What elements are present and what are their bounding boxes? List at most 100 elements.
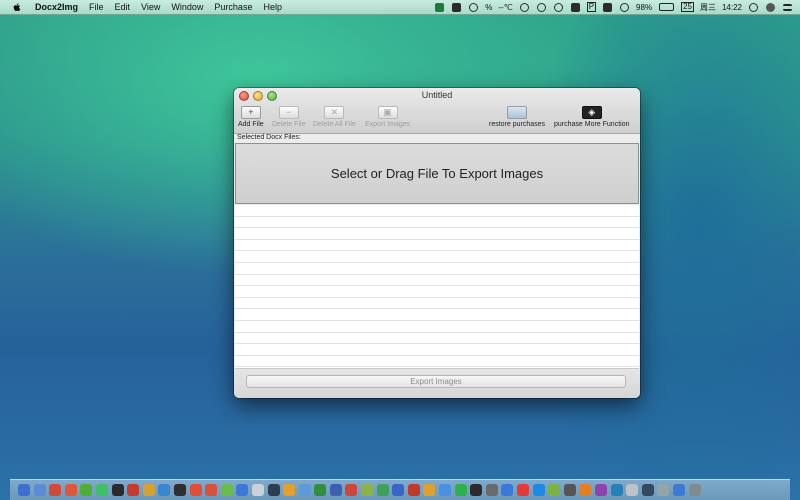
menu-extra-target-icon[interactable]	[536, 2, 546, 12]
file-list-row[interactable]	[235, 205, 639, 217]
dock-app-icon[interactable]	[423, 484, 436, 496]
dock-app-icon[interactable]	[95, 484, 108, 496]
lock-icon[interactable]	[570, 2, 580, 12]
dock-app-icon[interactable]	[407, 484, 420, 496]
file-list-row[interactable]	[235, 286, 639, 298]
file-list-row[interactable]	[235, 228, 639, 240]
dock-app-icon[interactable]	[454, 484, 467, 496]
menu-extra-edit-icon[interactable]	[452, 2, 462, 12]
dock-app-icon[interactable]	[267, 484, 280, 496]
dock-app-icon[interactable]	[345, 484, 358, 496]
apple-menu-icon[interactable]	[11, 2, 23, 13]
dock-app-icon[interactable]	[298, 484, 311, 496]
restore-purchases-button[interactable]: restore purchases	[489, 106, 545, 128]
calendar-day-badge[interactable]: 25	[681, 2, 694, 12]
dock-app-icon[interactable]	[563, 484, 576, 496]
dock-app-icon[interactable]	[158, 484, 171, 496]
purchase-more-function-button[interactable]: ◈ purchase More Function	[554, 106, 629, 128]
time-machine-icon[interactable]	[553, 2, 563, 12]
dock-app-icon[interactable]	[594, 484, 607, 496]
dock-app-icon[interactable]	[283, 484, 296, 496]
menu-edit[interactable]: Edit	[115, 0, 131, 14]
dock-app-icon[interactable]	[127, 484, 140, 496]
file-list-row[interactable]	[235, 240, 639, 252]
menu-day[interactable]: 周三	[700, 2, 716, 13]
add-file-button[interactable]: + Add File	[238, 106, 264, 128]
dock-app-icon[interactable]	[329, 484, 342, 496]
menu-extra-box-icon[interactable]	[603, 2, 613, 12]
file-list-row[interactable]	[235, 333, 639, 345]
minus-icon: −	[278, 106, 299, 119]
file-drop-zone[interactable]: Select or Drag File To Export Images	[235, 143, 639, 204]
file-list-row[interactable]	[235, 309, 639, 321]
dock-app-icon[interactable]	[251, 484, 264, 496]
dock-app-icon[interactable]	[688, 484, 701, 496]
dock-app-icon[interactable]	[641, 484, 654, 496]
dock-app-icon[interactable]	[610, 484, 623, 496]
battery-icon[interactable]	[659, 3, 675, 11]
dock-app-icon[interactable]	[49, 484, 62, 496]
purchase-icon: ◈	[581, 106, 602, 119]
menu-help[interactable]: Help	[263, 0, 282, 14]
dock-app-icon[interactable]	[548, 484, 561, 496]
menu-clock[interactable]: 14:22	[722, 3, 742, 12]
menu-view[interactable]: View	[141, 0, 160, 14]
dock-app-icon[interactable]	[501, 484, 514, 496]
dock-app-icon[interactable]	[64, 484, 77, 496]
percent-indicator[interactable]: %	[485, 3, 492, 12]
menu-app-name[interactable]: Docx2Img	[35, 0, 78, 14]
delete-file-button[interactable]: − Delete File	[272, 106, 305, 128]
file-list-row[interactable]	[235, 298, 639, 310]
dock-app-icon[interactable]	[18, 484, 30, 496]
dock-app-icon[interactable]	[485, 484, 498, 496]
input-source-indicator[interactable]: P	[586, 2, 597, 12]
dock-app-icon[interactable]	[80, 484, 93, 496]
dock-app-icon[interactable]	[579, 484, 592, 496]
dock-app-icon[interactable]	[361, 484, 374, 496]
selected-files-list[interactable]	[235, 205, 639, 369]
dock-app-icon[interactable]	[111, 484, 124, 496]
wifi-icon[interactable]	[620, 2, 630, 12]
dock-app-icon[interactable]	[626, 484, 639, 496]
dock-app-icon[interactable]	[672, 484, 685, 496]
temperature-indicator[interactable]: --℃	[498, 3, 512, 12]
dock-app-icon[interactable]	[33, 484, 46, 496]
export-images-button[interactable]: Export Images	[246, 375, 626, 388]
file-list-row[interactable]	[235, 217, 639, 229]
dock-app-icon[interactable]	[205, 484, 218, 496]
menu-extra-cloud-icon[interactable]	[469, 2, 479, 12]
dock-app-icon[interactable]	[470, 484, 483, 496]
file-list-row[interactable]	[235, 356, 639, 368]
menu-file[interactable]: File	[89, 0, 104, 14]
file-list-row[interactable]	[235, 321, 639, 333]
file-list-row[interactable]	[235, 275, 639, 287]
battery-percent[interactable]: 98%	[636, 3, 652, 12]
file-list-row[interactable]	[235, 251, 639, 263]
dock-app-icon[interactable]	[220, 484, 233, 496]
dock-app-icon[interactable]	[142, 484, 155, 496]
dock-app-icon[interactable]	[314, 484, 327, 496]
spotlight-search-icon[interactable]	[749, 2, 758, 12]
dock-app-icon[interactable]	[439, 484, 452, 496]
dock-app-icon[interactable]	[517, 484, 529, 496]
dock-app-icon[interactable]	[189, 484, 202, 496]
file-list-row[interactable]	[235, 344, 639, 356]
menu-purchase[interactable]: Purchase	[214, 0, 252, 14]
notification-center-icon[interactable]	[783, 3, 792, 11]
export-images-toolbar-button[interactable]: ▣ Export Images	[365, 106, 410, 128]
delete-all-file-button[interactable]: ✕ Delete All File	[313, 106, 356, 128]
export-images-toolbar-label: Export Images	[365, 121, 411, 128]
dock-app-icon[interactable]	[236, 484, 249, 496]
dock-app-icon[interactable]	[657, 484, 670, 496]
restore-purchases-icon	[507, 106, 528, 119]
dock-app-icon[interactable]	[392, 484, 405, 496]
dock-app-icon[interactable]	[173, 484, 186, 496]
window-footer: Export Images	[234, 369, 640, 398]
menu-extra-face-icon[interactable]	[519, 2, 529, 12]
menu-window[interactable]: Window	[171, 0, 203, 14]
dock-app-icon[interactable]	[376, 484, 389, 496]
file-list-row[interactable]	[235, 263, 639, 275]
dock-app-icon[interactable]	[532, 484, 545, 496]
notification-user-icon[interactable]	[766, 2, 775, 12]
menu-extra-green-icon[interactable]	[435, 2, 445, 12]
